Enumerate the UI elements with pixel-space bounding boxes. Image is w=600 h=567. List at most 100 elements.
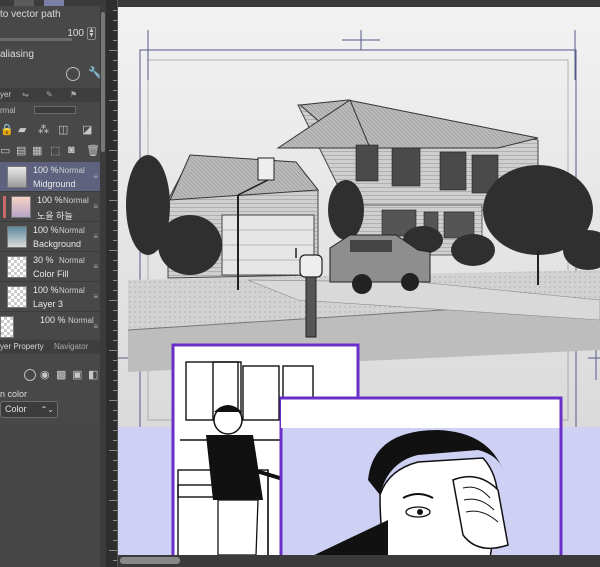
tab-layer-property[interactable]: yer Property: [0, 342, 44, 351]
canvas-horizontal-scrollbar[interactable]: [118, 555, 600, 567]
trash-icon[interactable]: 🗑: [86, 144, 100, 157]
canvas-top-bar: [118, 0, 600, 7]
layer-menu-icon[interactable]: ≡: [93, 202, 98, 211]
layer-menu-icon[interactable]: ≡: [93, 172, 98, 181]
canvas-scroll-thumb[interactable]: [120, 557, 180, 564]
draft-icon[interactable]: ◪: [82, 123, 92, 136]
value-slider-row[interactable]: 100 ▲ ▼: [0, 26, 106, 42]
layer-color-text: n color: [0, 389, 28, 399]
value-spinner-icon[interactable]: ▲ ▼: [87, 27, 96, 40]
tab-icon-c[interactable]: ⚑: [70, 90, 77, 99]
layer-opacity: 100 %: [37, 195, 63, 205]
folder-icon[interactable]: ▦: [32, 144, 42, 157]
ruler-tick: [113, 110, 117, 111]
layer-row[interactable]: 100 % Normal ≡: [0, 312, 100, 342]
ruler-tick: [113, 390, 117, 391]
ruler-tick: [113, 210, 117, 211]
layer-blend-mode: Normal: [59, 166, 85, 175]
reference-icon[interactable]: ◫: [58, 123, 68, 136]
ruler-tick: [113, 410, 117, 411]
layer-menu-icon[interactable]: ≡: [93, 322, 98, 331]
layer-row[interactable]: 100 % Normal Midground ≡: [0, 162, 100, 192]
tab-icon-b[interactable]: ✎: [46, 90, 53, 99]
tab-icon-a[interactable]: ⇋: [22, 90, 29, 99]
ruler-tick: [113, 540, 117, 541]
layer-blend-mode: Normal: [59, 226, 85, 235]
layer-color-icon[interactable]: ◧: [88, 368, 98, 381]
ruler-tick: [113, 330, 117, 331]
canvas-artwork: [118, 7, 600, 567]
value-slider[interactable]: [0, 38, 72, 41]
ruler-tick: [113, 170, 117, 171]
tab-layer[interactable]: yer: [0, 90, 11, 99]
ruler-tick: [109, 100, 117, 101]
layer-property-effects: ◉ ▩ ▣ ◧: [0, 366, 106, 386]
layer-row[interactable]: 100 % Normal Background ≡: [0, 222, 100, 252]
convert-to-vector-option[interactable]: to vector path: [0, 7, 106, 23]
color-select[interactable]: Color ⌃⌄: [0, 401, 58, 418]
blend-mode-row[interactable]: rmal: [0, 104, 106, 118]
tab-navigator[interactable]: Navigator: [54, 342, 88, 351]
paint-lock-icon[interactable]: ▰: [18, 123, 26, 136]
layer-color-bar: [3, 196, 6, 218]
layer-opacity: 30 %: [33, 255, 54, 265]
ruler-tick: [113, 280, 117, 281]
left-panel: to vector path 100 ▲ ▼ aliasing 🔧 yer ⇋ ✎…: [0, 0, 106, 567]
layer-menu-icon[interactable]: ≡: [93, 232, 98, 241]
ruler-tick: [113, 560, 117, 561]
tone-icon[interactable]: ◉: [40, 368, 50, 381]
ruler-tick: [109, 50, 117, 51]
layer-blend-mode: Normal: [59, 286, 85, 295]
canvas[interactable]: [118, 0, 600, 567]
panel-tab-active[interactable]: [44, 0, 64, 6]
ruler-tick: [113, 260, 117, 261]
layer-name: Midground: [33, 179, 76, 189]
reset-icon[interactable]: [66, 67, 80, 81]
layer-row[interactable]: 30 % Normal Color Fill ≡: [0, 252, 100, 282]
clip-icon[interactable]: ⁂: [38, 123, 49, 136]
ruler-tick: [113, 40, 117, 41]
transfer-icon[interactable]: ⬚: [50, 144, 60, 157]
ruler-tick: [109, 250, 117, 251]
blend-mode-value: rmal: [0, 106, 16, 115]
layer-menu-icon[interactable]: ≡: [93, 262, 98, 271]
convert-to-vector-label: to vector path: [0, 9, 61, 20]
panel-tab[interactable]: [14, 0, 34, 6]
ruler-tick: [113, 510, 117, 511]
ruler-tick: [109, 500, 117, 501]
panel-scroll-thumb[interactable]: [101, 12, 105, 152]
layer-panel-tabs: yer ⇋ ✎ ⚑: [0, 88, 106, 102]
ruler-tick: [109, 400, 117, 401]
ruler-tick: [113, 290, 117, 291]
ruler-tick: [113, 230, 117, 231]
bottom-panel-tabs: yer Property Navigator: [0, 340, 106, 354]
layer-row[interactable]: 100 % Normal Layer 3 ≡: [0, 282, 100, 312]
ruler-tick: [113, 140, 117, 141]
layer-menu-icon[interactable]: ≡: [93, 292, 98, 301]
ruler-tick: [109, 350, 117, 351]
layer-row[interactable]: 100 % Normal 노을 하늘 ≡: [0, 192, 100, 222]
border-effect-icon[interactable]: [24, 369, 36, 381]
pattern-icon[interactable]: ▩: [56, 368, 66, 381]
ruler-tick: [113, 130, 117, 131]
layer-name: Background: [33, 239, 82, 249]
layer-blend-mode: Normal: [68, 316, 94, 325]
ruler-tick: [113, 370, 117, 371]
mask-icon[interactable]: ◙: [68, 144, 75, 156]
opacity-slider[interactable]: [34, 106, 76, 114]
ruler-tick: [113, 180, 117, 181]
ruler-tick: [113, 490, 117, 491]
color-effect-icon[interactable]: ▣: [72, 368, 82, 381]
layer-name: 노을 하늘: [37, 211, 73, 221]
ruler-tick: [113, 30, 117, 31]
ruler-tick: [113, 470, 117, 471]
antialiasing-option[interactable]: aliasing: [0, 47, 106, 63]
layer-thumbnail: [7, 166, 27, 188]
ruler-tick: [113, 430, 117, 431]
new-vector-icon[interactable]: ▤: [16, 144, 26, 157]
ruler-tick: [113, 360, 117, 361]
lock-icon[interactable]: 🔒: [0, 123, 14, 136]
new-layer-icon[interactable]: ▭: [0, 144, 10, 157]
ruler-tick: [113, 440, 117, 441]
ruler-tick: [113, 340, 117, 341]
